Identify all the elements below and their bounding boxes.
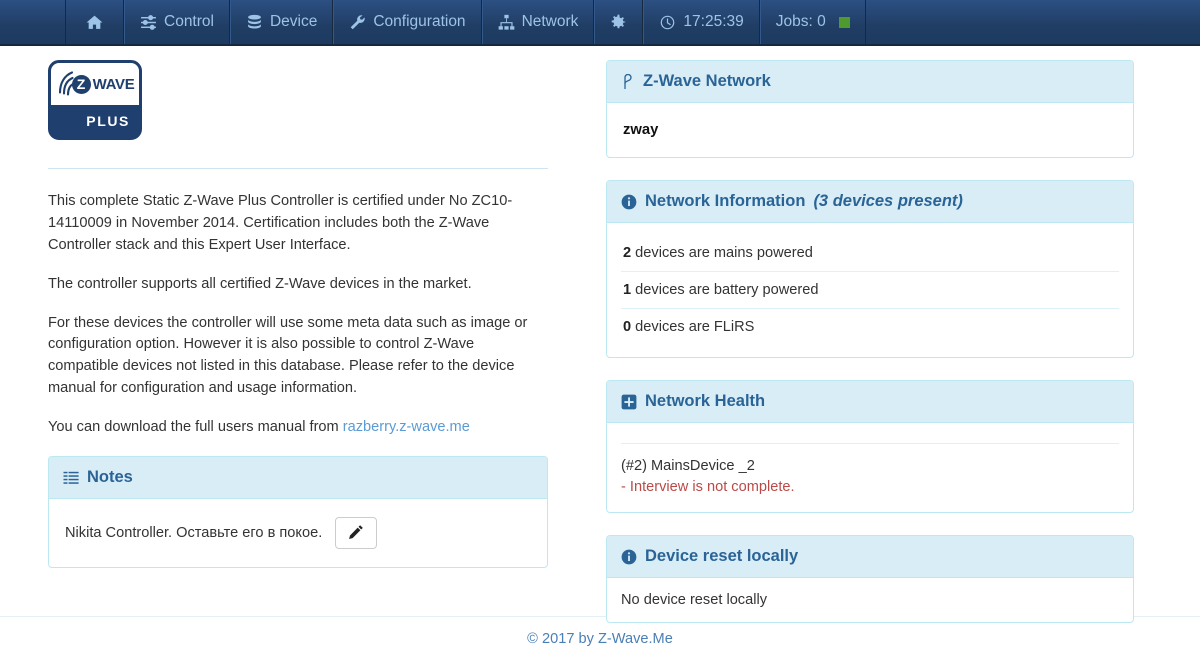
network-health-divider [621, 443, 1119, 444]
zwave-network-title: Z-Wave Network [643, 72, 771, 90]
nav-item-label: Configuration [373, 13, 466, 30]
info-row-text: devices are mains powered [631, 245, 813, 261]
device-reset-body: No device reset locally [607, 578, 1133, 622]
clock-icon [659, 14, 676, 31]
nav-item-device[interactable]: Device [229, 0, 334, 44]
info-row-count: 0 [623, 319, 632, 335]
pencil-icon [348, 524, 364, 543]
sitemap-icon [498, 14, 515, 31]
info-row-text: devices are FLiRS [631, 319, 755, 335]
logo-plus-text: PLUS [86, 113, 130, 130]
logo-upper-section: Z WAVE [51, 63, 139, 106]
jobs-status-indicator [838, 16, 850, 28]
nav-item-network[interactable]: Network [481, 0, 595, 44]
clock-value: 17:25:39 [683, 13, 744, 30]
nav-item-label: Device [269, 13, 318, 30]
right-column: Z-Wave Network zway Network Information … [564, 46, 1200, 624]
notes-panel-body: Nikita Controller. Оставьте его в покое. [49, 499, 547, 567]
network-information-panel: Network Information (3 devices present) … [606, 180, 1134, 358]
nav-item-configuration[interactable]: Configuration [333, 0, 482, 44]
info-row: 1 devices are battery powered [621, 272, 1119, 309]
logo-z-badge: Z [71, 74, 91, 94]
info-circle-icon [621, 549, 637, 565]
network-health-device: (#2) MainsDevice _2 [621, 458, 755, 474]
plus-square-icon [621, 394, 637, 410]
info-row-count: 1 [623, 282, 632, 298]
network-health-error: - Interview is not complete. [621, 479, 795, 496]
list-icon [63, 470, 79, 486]
info-circle-icon [621, 194, 637, 210]
device-reset-panel: Device reset locally No device reset loc… [606, 535, 1134, 624]
sliders-icon [140, 14, 157, 31]
database-icon [246, 14, 263, 31]
info-row: 0 devices are FLiRS [621, 309, 1119, 345]
home-icon [86, 14, 103, 31]
nav-item-label: Network [521, 13, 579, 30]
left-column: Z WAVE PLUS This complete Static Z-Wave … [0, 46, 564, 616]
nav-item-settings[interactable] [594, 0, 644, 44]
intro-paragraph-1: This complete Static Z-Wave Plus Control… [48, 193, 513, 253]
network-information-header: Network Information (3 devices present) [607, 181, 1133, 223]
notes-panel: Notes Nikita Controller. Оставьте его в … [48, 456, 548, 569]
page-content: Z WAVE PLUS This complete Static Z-Wave … [0, 46, 1200, 624]
nav-item-home[interactable] [65, 0, 124, 44]
nav-item-clock: 17:25:39 [643, 0, 760, 44]
network-health-panel: Network Health (#2) MainsDevice _2 - Int… [606, 380, 1134, 514]
device-reset-title: Device reset locally [645, 547, 799, 566]
notes-panel-title: Notes [87, 468, 133, 487]
notes-panel-header: Notes [49, 457, 547, 500]
intro-paragraph-4: You can download the full users manual f… [48, 417, 548, 439]
top-navigation-bar: Control Device Configuration Network 17:… [0, 0, 1200, 46]
footer-copyright: © 2017 by Z-Wave.Me [527, 631, 673, 647]
network-health-header: Network Health [607, 381, 1133, 423]
network-information-body: 2 devices are mains powered 1 devices ar… [607, 223, 1133, 357]
device-reset-text: No device reset locally [621, 592, 768, 609]
nav-item-jobs[interactable]: Jobs: 0 [759, 0, 866, 44]
network-information-title: Network Information [645, 192, 806, 210]
jobs-label: Jobs: 0 [775, 13, 826, 30]
notes-text: Nikita Controller. Оставьте его в покое. [65, 525, 323, 542]
content-divider [48, 168, 548, 169]
intro-paragraph-2: The controller supports all certified Z-… [48, 275, 472, 292]
nav-item-control[interactable]: Control [124, 0, 230, 44]
info-row: 2 devices are mains powered [621, 235, 1119, 272]
logo-lower-section: PLUS [51, 105, 139, 137]
device-reset-header: Device reset locally [607, 536, 1133, 579]
nav-item-label: Control [164, 13, 214, 30]
zwave-network-name: zway [623, 122, 659, 138]
logo-wave-text: WAVE [92, 75, 135, 93]
gear-icon [610, 14, 627, 31]
network-health-body: (#2) MainsDevice _2 - Interview is not c… [607, 423, 1133, 512]
intro-paragraph-3: For these devices the controller will us… [48, 314, 528, 397]
zwave-network-body: zway [607, 103, 1133, 157]
manual-link[interactable]: razberry.z-wave.me [343, 419, 470, 435]
edit-notes-button[interactable] [335, 517, 378, 550]
wrench-icon [349, 14, 366, 31]
zwave-network-header: Z-Wave Network [607, 61, 1133, 103]
zwave-network-panel: Z-Wave Network zway [606, 60, 1134, 158]
branch-icon [621, 73, 635, 90]
network-health-title: Network Health [645, 392, 766, 410]
network-information-subtitle: (3 devices present) [813, 192, 963, 210]
info-row-text: devices are battery powered [631, 282, 819, 298]
info-row-count: 2 [623, 245, 632, 261]
zwave-plus-logo: Z WAVE PLUS [48, 60, 142, 140]
manual-text: You can download the full users manual f… [48, 419, 343, 436]
